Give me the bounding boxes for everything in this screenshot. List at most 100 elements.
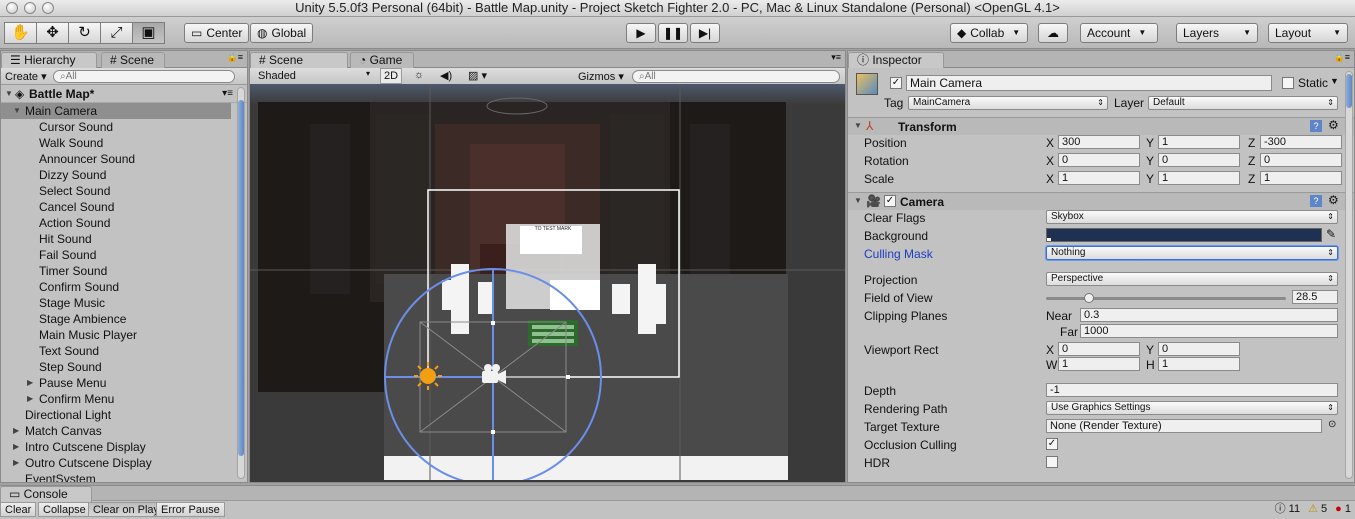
hierarchy-item[interactable]: ▶ Pause Menu [1, 375, 231, 391]
chevron-down-icon[interactable]: ▼ [1330, 76, 1339, 86]
depth-field[interactable]: -1 [1046, 383, 1338, 397]
expand-arrow-icon[interactable]: ▶ [27, 375, 33, 391]
hierarchy-item[interactable]: Announcer Sound [1, 151, 231, 167]
transform-header[interactable]: ▼ ⅄ Transform ? ⚙ [848, 117, 1354, 135]
occlusion-culling-checkbox[interactable]: ✓ [1046, 438, 1058, 450]
hierarchy-item[interactable]: ▶ Confirm Menu [1, 391, 231, 407]
position-y-field[interactable]: 1 [1158, 135, 1240, 149]
hierarchy-item[interactable]: Action Sound [1, 215, 231, 231]
hierarchy-item[interactable]: Text Sound [1, 343, 231, 359]
hdr-checkbox[interactable] [1046, 456, 1058, 468]
expand-arrow-icon[interactable]: ▶ [13, 423, 19, 439]
shading-mode-dropdown[interactable]: Shaded [258, 70, 296, 82]
hierarchy-item[interactable]: ▶ Intro Cutscene Display [1, 439, 231, 455]
hierarchy-item[interactable]: Confirm Sound [1, 279, 231, 295]
expand-arrow-icon[interactable]: ▼ [854, 196, 862, 205]
expand-arrow-icon[interactable]: ▶ [13, 439, 19, 455]
rect-tool-button[interactable]: ▣ [132, 22, 165, 44]
hierarchy-scroll-thumb[interactable] [238, 100, 244, 456]
warning-count[interactable]: ⚠ 5 [1308, 502, 1327, 517]
camera-header[interactable]: ▼ 🎥 ✓ Camera ? ⚙ [848, 192, 1354, 210]
fov-slider-track[interactable] [1046, 293, 1286, 303]
hierarchy-item[interactable]: ▼ Main Camera [1, 103, 231, 119]
hierarchy-item[interactable]: Step Sound [1, 359, 231, 375]
position-x-field[interactable]: 300 [1058, 135, 1140, 149]
fov-slider-knob[interactable] [1084, 293, 1095, 303]
pivot-toggle[interactable]: ▭ Center [184, 23, 250, 43]
2d-toggle[interactable]: 2D [380, 68, 402, 84]
near-field[interactable]: 0.3 [1080, 308, 1338, 322]
culling-mask-dropdown[interactable]: Nothing ⇕ [1046, 246, 1338, 260]
eyedropper-icon[interactable]: ✎ [1326, 227, 1336, 241]
info-count[interactable]: ⓘ 11 [1275, 502, 1300, 517]
scale-x-field[interactable]: 1 [1058, 171, 1140, 185]
scale-tool-button[interactable]: ⤢ [100, 22, 133, 44]
layout-dropdown[interactable]: Layout ▼ [1268, 23, 1348, 43]
rotation-x-field[interactable]: 0 [1058, 153, 1140, 167]
error-count[interactable]: ● 1 [1335, 502, 1351, 517]
minimize-window-icon[interactable] [24, 2, 36, 14]
space-toggle[interactable]: ◍ Global [250, 23, 314, 43]
hierarchy-item[interactable]: Walk Sound [1, 135, 231, 151]
expand-arrow-icon[interactable]: ▼ [854, 121, 862, 130]
tab-scene[interactable]: # Scene [250, 52, 348, 68]
expand-arrow-icon[interactable]: ▼ [13, 103, 21, 119]
inspector-scrollbar[interactable] [1345, 71, 1353, 479]
camera-enabled-checkbox[interactable]: ✓ [884, 195, 896, 207]
scene-root-row[interactable]: ▼ ◈ Battle Map* ▾≡ [1, 85, 247, 103]
panel-menu-icon[interactable]: ▾≡ [831, 52, 841, 63]
account-dropdown[interactable]: Account ▼ [1080, 23, 1158, 43]
scene-viewport[interactable]: TO TEST MARK [250, 84, 845, 480]
rotate-tool-button[interactable]: ↻ [68, 22, 101, 44]
tab-inspector[interactable]: ⓘ Inspector [848, 52, 944, 68]
console-button-clear-on-play[interactable]: Clear on Play [88, 502, 165, 517]
vp-w-field[interactable]: 1 [1058, 357, 1140, 371]
scale-z-field[interactable]: 1 [1260, 171, 1342, 185]
hierarchy-item[interactable]: Fail Sound [1, 247, 231, 263]
help-icon[interactable]: ? [1310, 195, 1322, 207]
hierarchy-search-input[interactable]: ⌕All [53, 70, 235, 83]
target-texture-field[interactable]: None (Render Texture) [1046, 419, 1322, 433]
vp-h-field[interactable]: 1 [1158, 357, 1240, 371]
hierarchy-item[interactable]: Cursor Sound [1, 119, 231, 135]
scene-search-input[interactable]: ⌕All [632, 70, 840, 83]
rotation-y-field[interactable]: 0 [1158, 153, 1240, 167]
lock-icon[interactable]: 🔒≡ [1334, 52, 1350, 63]
cloud-button[interactable]: ☁ [1038, 23, 1068, 43]
tag-dropdown[interactable]: MainCamera ⇕ [908, 96, 1108, 110]
audio-toggle-icon[interactable]: ◀) [440, 69, 452, 82]
help-icon[interactable]: ? [1310, 120, 1322, 132]
rendering-path-dropdown[interactable]: Use Graphics Settings ⇕ [1046, 401, 1338, 415]
hierarchy-item[interactable]: Select Sound [1, 183, 231, 199]
active-checkbox[interactable]: ✓ [890, 77, 902, 89]
console-button-error-pause[interactable]: Error Pause [156, 502, 225, 517]
expand-arrow-icon[interactable]: ▼ [5, 85, 13, 103]
expand-arrow-icon[interactable]: ▶ [13, 455, 19, 471]
vp-y-field[interactable]: 0 [1158, 342, 1240, 356]
scale-y-field[interactable]: 1 [1158, 171, 1240, 185]
object-picker-icon[interactable]: ⊙ [1328, 419, 1336, 430]
hierarchy-item[interactable]: Stage Ambience [1, 311, 231, 327]
hierarchy-item[interactable]: Directional Light [1, 407, 231, 423]
effects-toggle-icon[interactable]: ▨ ▾ [468, 69, 487, 82]
projection-dropdown[interactable]: Perspective ⇕ [1046, 272, 1338, 286]
hierarchy-item[interactable]: Cancel Sound [1, 199, 231, 215]
expand-arrow-icon[interactable]: ▶ [27, 391, 33, 407]
hierarchy-item[interactable]: ▶ Outro Cutscene Display [1, 455, 231, 471]
position-z-field[interactable]: -300 [1260, 135, 1342, 149]
gear-icon[interactable]: ⚙ [1328, 193, 1339, 207]
lighting-toggle-icon[interactable]: ☼ [414, 69, 424, 81]
vp-x-field[interactable]: 0 [1058, 342, 1140, 356]
hierarchy-item[interactable]: ▶ Match Canvas [1, 423, 231, 439]
far-field[interactable]: 1000 [1080, 324, 1338, 338]
console-button-collapse[interactable]: Collapse [38, 502, 91, 517]
hierarchy-item[interactable]: EventSystem [1, 471, 231, 482]
fov-field[interactable]: 28.5 [1292, 290, 1338, 304]
hierarchy-item[interactable]: Hit Sound [1, 231, 231, 247]
tab-scene-secondary[interactable]: # Scene [101, 52, 165, 68]
gear-icon[interactable]: ⚙ [1328, 118, 1339, 132]
tab-game[interactable]: ◔ Game [350, 52, 414, 68]
clear-flags-dropdown[interactable]: Skybox ⇕ [1046, 210, 1338, 224]
console-button-clear[interactable]: Clear [0, 502, 37, 517]
tab-hierarchy[interactable]: ☰ Hierarchy [1, 52, 97, 68]
